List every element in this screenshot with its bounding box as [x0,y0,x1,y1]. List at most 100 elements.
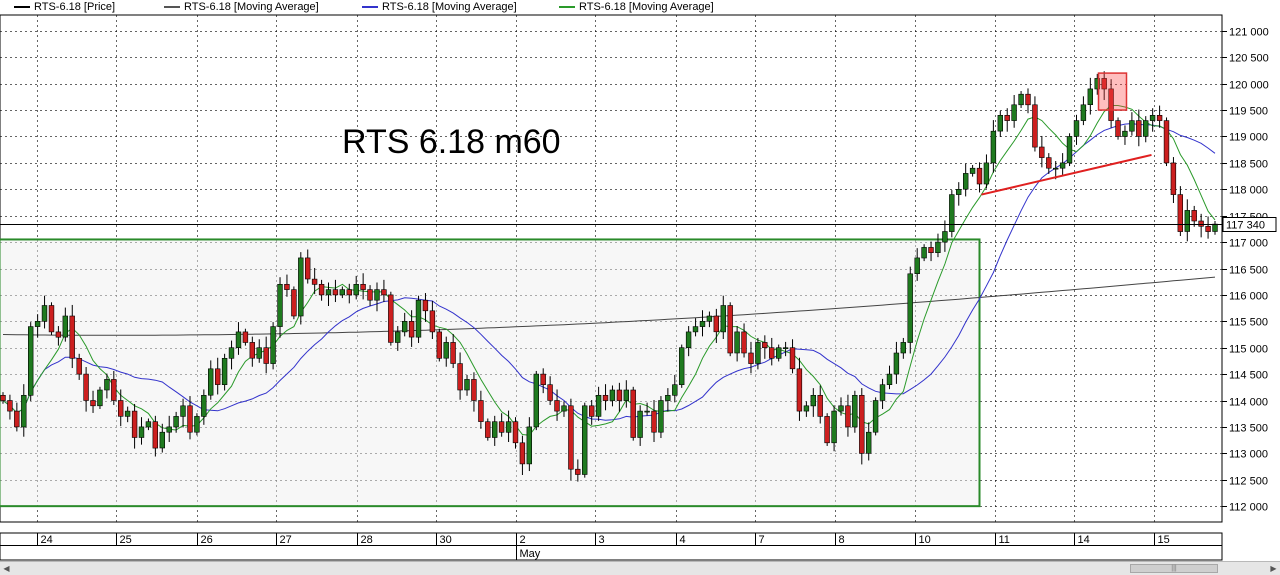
candle-body [381,289,387,296]
candle-body [90,400,96,407]
candle-body [512,421,519,444]
candle-body [76,357,82,375]
candle-body [1122,130,1128,137]
candle-body [1018,93,1024,106]
price-chart[interactable]: 112 000 112 500 113 000 113 500 114 000 114 5… [0,0,1280,561]
candle-body [1046,157,1052,169]
candle-body [526,426,533,465]
candle-body [118,400,124,417]
candle-body [879,384,886,401]
horizontal-scrollbar[interactable]: ◀ ||| ▶ [0,561,1280,575]
last-price-label: 117 340 [1226,220,1265,232]
candle-body [762,342,768,348]
candle-body [575,468,581,475]
candle-body [519,442,526,465]
candle-body [450,342,456,364]
scroll-right-arrow-icon[interactable]: ▶ [1267,562,1280,575]
candle-body [277,283,283,327]
candle-body [595,394,602,417]
date-label: 27 [280,534,292,546]
candle-body [969,167,976,174]
candle-body [104,379,110,391]
candle-body [1163,120,1170,164]
candle-body [554,400,560,412]
candle-body [817,394,823,417]
candle-body [810,394,817,407]
y-tick-label: 114 500 [1229,370,1268,382]
candle-body [498,421,505,433]
candle-body [325,289,332,296]
candle-body [374,289,380,301]
scroll-left-arrow-icon[interactable]: ◀ [0,562,13,575]
candle-body [339,289,345,296]
candle-body [491,421,498,438]
y-tick-label: 112 500 [1229,476,1268,488]
y-tick-label: 121 000 [1229,27,1269,39]
candle-body [1004,115,1010,121]
candle-body [7,400,13,412]
candle-body [824,416,830,444]
y-tick-label: 114 000 [1229,397,1268,409]
candle-body [41,305,48,322]
date-axis [0,532,1223,561]
candle-body [789,347,796,370]
candle-body [180,405,186,417]
candle-body [831,410,837,444]
y-tick-label: 118 000 [1229,185,1268,197]
candle-body [1080,104,1087,121]
candle-body [263,347,269,364]
y-tick-label: 120 000 [1229,80,1269,92]
candle-body [734,331,740,354]
candle-body [166,426,172,433]
candle-body [859,394,865,454]
candle-body [422,299,429,312]
candle-body [921,247,927,259]
candle-body [124,410,131,417]
candle-body [616,389,623,401]
candle-body [415,299,422,338]
candle-body [69,315,75,359]
y-tick-label: 116 500 [1229,265,1268,277]
candle-body [720,305,727,333]
y-tick-label: 117 000 [1229,238,1268,250]
candle-body [852,394,858,428]
y-tick-label: 113 500 [1229,423,1268,435]
candle-body [34,320,41,327]
candle-body [845,405,851,428]
candle-body [55,331,62,338]
candle-body [1198,220,1204,227]
date-label: 28 [361,534,373,546]
candle-body [21,394,27,428]
candle-body [401,320,408,333]
candle-body [332,289,339,296]
candle-body [505,421,512,433]
candle-body [215,368,221,385]
candle-body [803,405,810,412]
candle-body [533,373,540,428]
date-label: 15 [1158,534,1170,546]
candle-body [201,394,207,417]
chart-title: RTS 6.18 m60 [342,123,561,161]
candle-body [609,389,616,401]
candle-body [311,278,318,285]
candle-body [838,405,844,412]
candle-body [672,384,678,396]
range-box-annotation [0,238,981,508]
scroll-thumb[interactable]: ||| [1130,564,1218,573]
candle-body [782,347,789,350]
candle-body [27,326,34,396]
candle-body [478,400,484,422]
date-label: 8 [839,534,845,546]
candle-body [485,421,491,438]
candle-body [235,331,242,348]
candle-body [699,320,706,327]
candle-body [436,331,442,359]
candle-body [928,247,934,253]
candle-body [131,410,138,438]
candle-body [304,257,311,280]
candle-body [658,400,664,433]
candle-body [907,273,913,343]
candle-body [775,347,782,359]
candle-body [997,115,1004,132]
candle-body [1212,223,1218,232]
